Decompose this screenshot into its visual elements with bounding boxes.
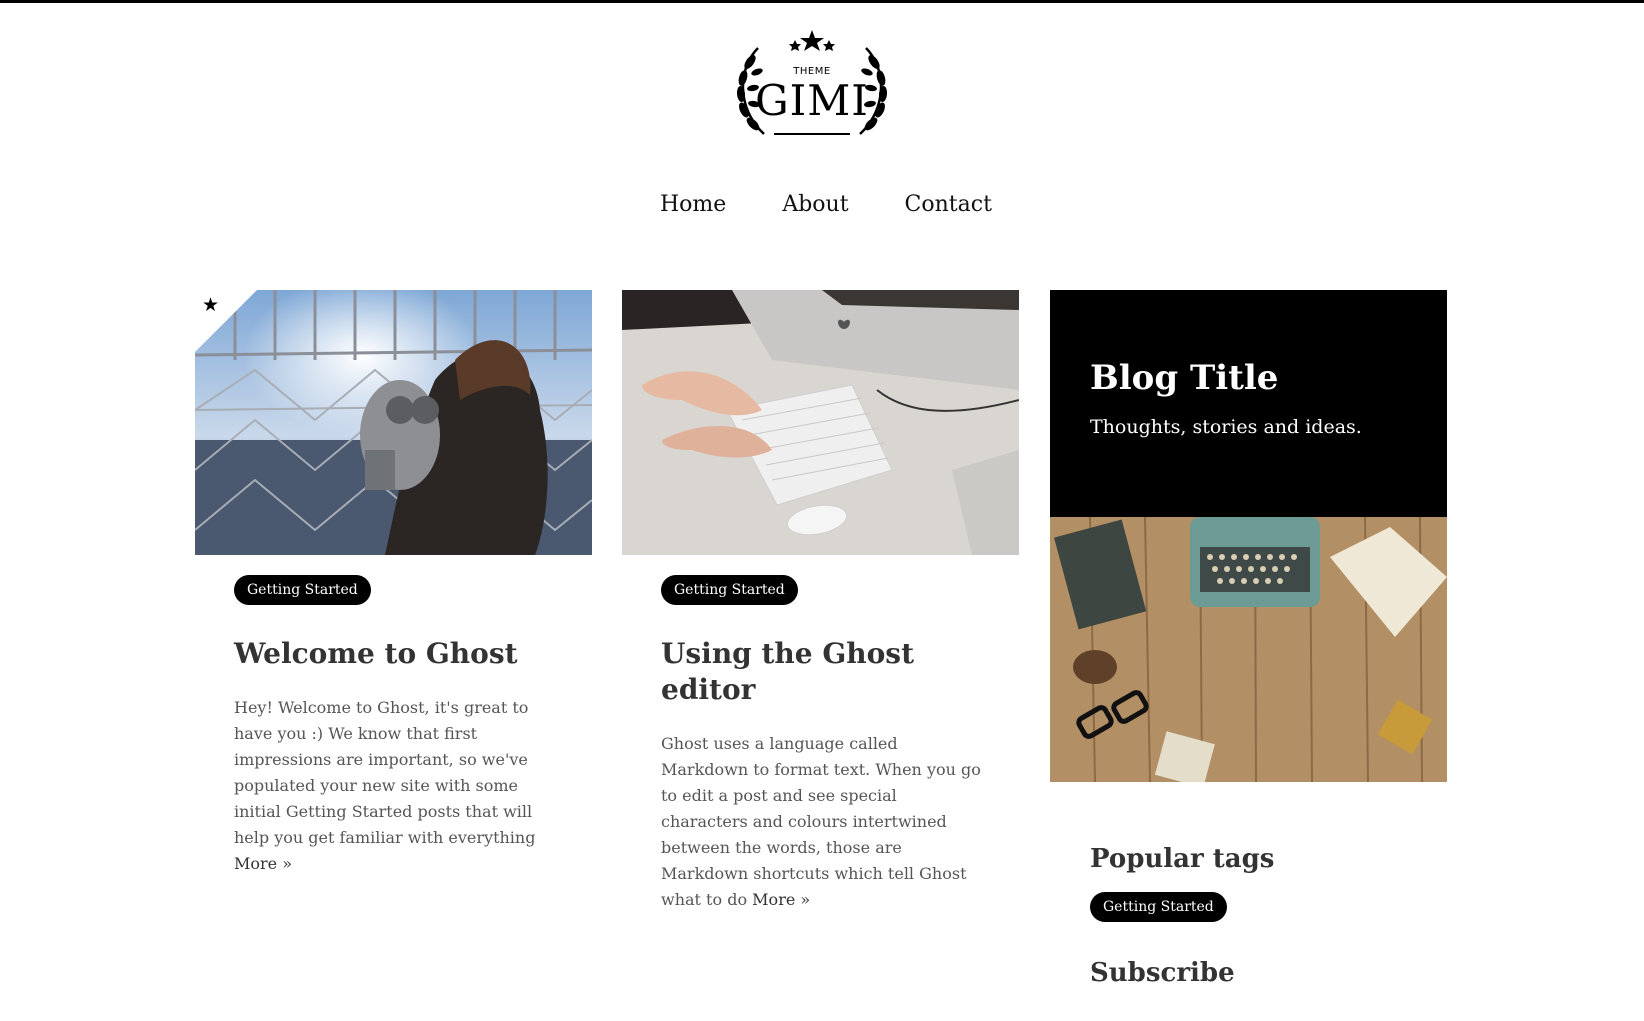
post-image-viewer xyxy=(622,290,1019,555)
blog-description: Thoughts, stories and ideas. xyxy=(1090,416,1362,438)
nav-contact[interactable]: Contact xyxy=(905,192,992,217)
post-tag[interactable]: Getting Started xyxy=(234,575,371,605)
popular-tags-heading: Popular tags xyxy=(1090,844,1275,874)
popular-tag[interactable]: Getting Started xyxy=(1090,892,1227,922)
post-image[interactable]: ★ xyxy=(195,290,592,555)
main-nav: Home About Contact xyxy=(660,192,992,217)
sidebar: Blog Title Thoughts, stories and ideas. xyxy=(1050,290,1447,988)
logo-name: GIMI xyxy=(755,76,869,125)
post-title[interactable]: Using the Ghost editor xyxy=(661,636,1002,708)
star-icon: ★ xyxy=(202,294,220,316)
post-title[interactable]: Welcome to Ghost xyxy=(234,636,575,672)
top-border xyxy=(0,0,1644,3)
post-card: Getting Started Using the Ghost editor G… xyxy=(622,290,1019,913)
subscribe-heading: Subscribe xyxy=(1090,958,1235,988)
sidebar-image xyxy=(1050,517,1447,782)
post-image[interactable] xyxy=(622,290,1019,555)
nav-about[interactable]: About xyxy=(782,192,848,217)
site-logo[interactable]: THEME GIMI xyxy=(728,28,896,146)
read-more-link[interactable]: More » xyxy=(234,854,292,873)
post-card: ★ Getting Started Welcome to Ghost Hey! … xyxy=(195,290,592,877)
post-excerpt: Ghost uses a language called Markdown to… xyxy=(661,734,981,909)
blog-info-box: Blog Title Thoughts, stories and ideas. xyxy=(1050,290,1447,517)
popular-tags-section: Popular tags Getting Started xyxy=(1050,844,1447,922)
read-more-link[interactable]: More » xyxy=(752,890,810,909)
post-tag[interactable]: Getting Started xyxy=(661,575,798,605)
nav-home[interactable]: Home xyxy=(660,192,726,217)
subscribe-section: Subscribe xyxy=(1050,958,1447,988)
blog-title: Blog Title xyxy=(1090,358,1279,398)
post-excerpt: Hey! Welcome to Ghost, it's great to hav… xyxy=(234,698,536,873)
